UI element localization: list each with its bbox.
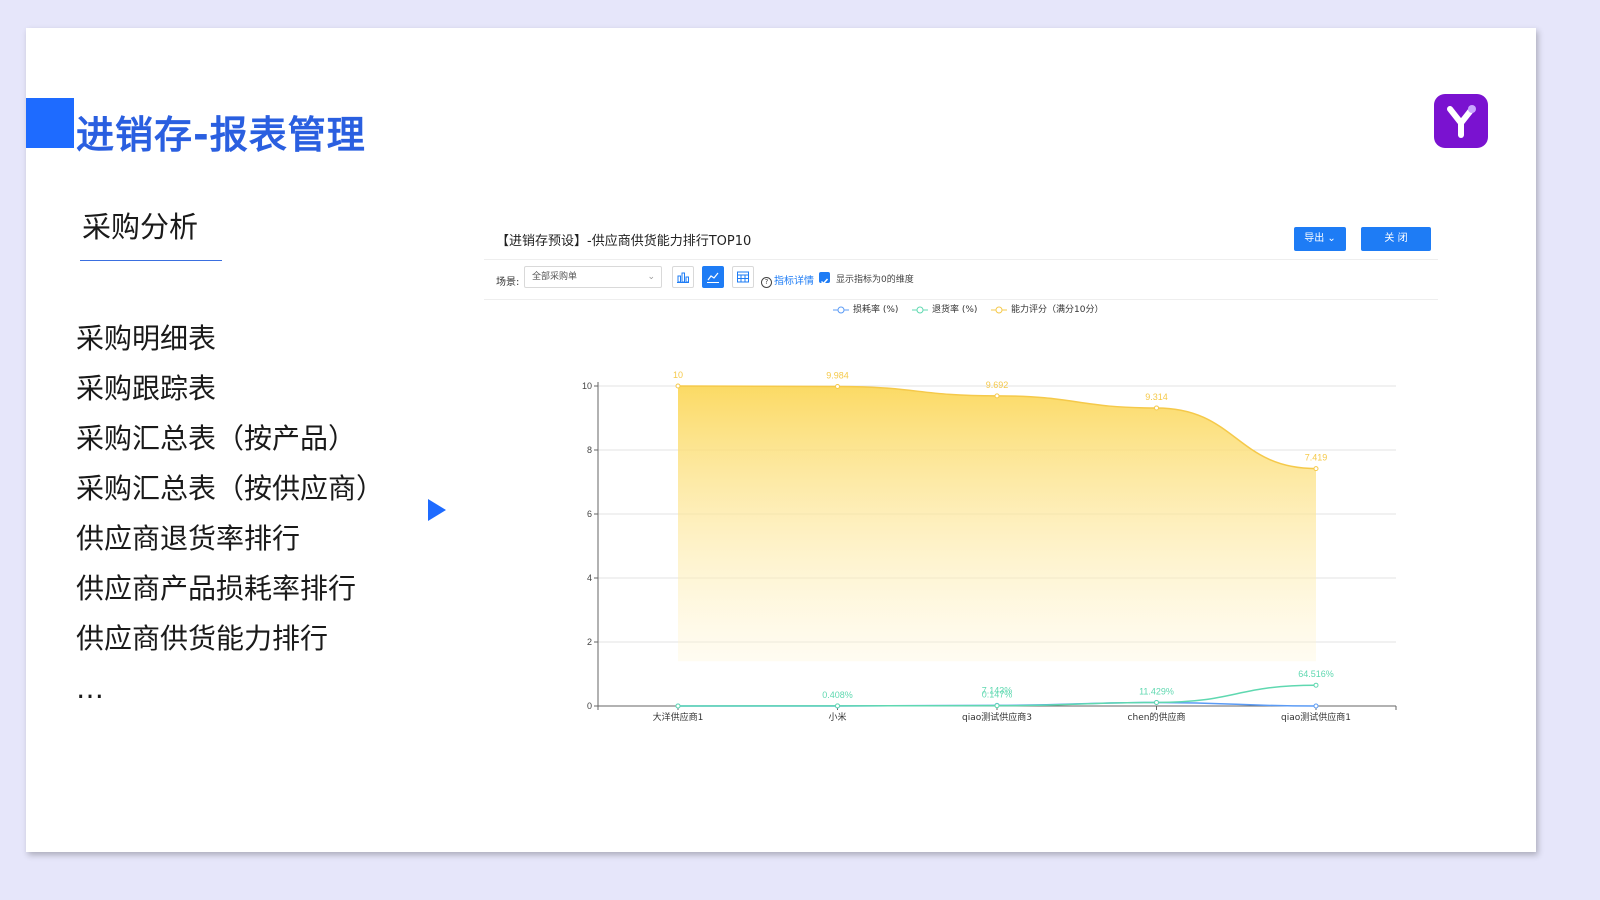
- section-title: 采购分析: [82, 210, 199, 244]
- chart-canvas: 0 2 4 6 8 10 大洋供应商1 小米 qiao测试供应商3 chen的供应商 qiao测试供…: [582, 370, 1397, 723]
- data-point: [675, 703, 681, 709]
- report-menu: 采购明细表 采购跟踪表 采购汇总表（按产品） 采购汇总表（按供应商） 供应商退货…: [76, 314, 384, 714]
- menu-item: …: [76, 672, 104, 705]
- data-label: 10: [673, 370, 683, 380]
- data-point: [835, 703, 840, 709]
- y-tick-label: 0: [587, 701, 592, 711]
- y-tick-label: 10: [582, 381, 592, 391]
- y-tick-label: 8: [587, 445, 592, 455]
- menu-item: 采购跟踪表: [76, 372, 217, 405]
- menu-item: 供应商退货率排行: [76, 522, 301, 555]
- report-panel: 【进销存预设】-供应商供货能力排行TOP10 导出 ⌄ 关 闭 场景: 全部采购…: [484, 216, 1442, 736]
- x-tick-label: chen的供应商: [1128, 711, 1186, 723]
- data-point: [994, 703, 1000, 709]
- section-underline: [80, 260, 222, 261]
- y-tick-label: 6: [587, 509, 592, 519]
- menu-item: 采购明细表: [76, 322, 217, 355]
- play-arrow-icon: [428, 499, 446, 521]
- x-tick-label: qiao测试供应商1: [1281, 711, 1351, 723]
- data-point: [1313, 703, 1319, 709]
- data-point: [994, 393, 1000, 399]
- data-point: [675, 383, 681, 389]
- page-title: 进销存-报表管理: [76, 113, 366, 157]
- data-label: 64.516%: [1298, 669, 1334, 679]
- data-label: 7.419: [1305, 453, 1328, 463]
- y-logo-icon: [1434, 94, 1488, 148]
- title-accent-block: [26, 98, 74, 148]
- x-tick-label: qiao测试供应商3: [962, 711, 1032, 723]
- slide: 进销存-报表管理 采购分析 采购明细表 采购跟踪表 采购汇总表（按产品） 采购汇…: [26, 28, 1536, 852]
- x-tick-label: 小米: [828, 711, 846, 723]
- y-tick-label: 2: [587, 637, 592, 647]
- menu-item: 供应商供货能力排行: [76, 622, 329, 655]
- data-label: 9.984: [826, 371, 849, 381]
- data-point: [1154, 405, 1159, 411]
- menu-item: 采购汇总表（按供应商）: [76, 472, 385, 505]
- data-label: 9.314: [1145, 392, 1168, 402]
- data-point: [1313, 466, 1319, 472]
- data-point: [1154, 699, 1159, 705]
- data-point: [1313, 682, 1319, 688]
- data-point: [835, 384, 840, 390]
- menu-item: 供应商产品损耗率排行: [76, 572, 357, 605]
- data-label: 11.429%: [1139, 686, 1174, 696]
- data-label: 0.408%: [822, 690, 853, 700]
- data-label: 7.143%: [982, 686, 1013, 696]
- menu-item: 采购汇总表（按产品）: [76, 422, 357, 455]
- y-tick-label: 4: [587, 573, 592, 583]
- x-tick-label: 大洋供应商1: [653, 711, 704, 723]
- data-label: 9.692: [986, 380, 1009, 390]
